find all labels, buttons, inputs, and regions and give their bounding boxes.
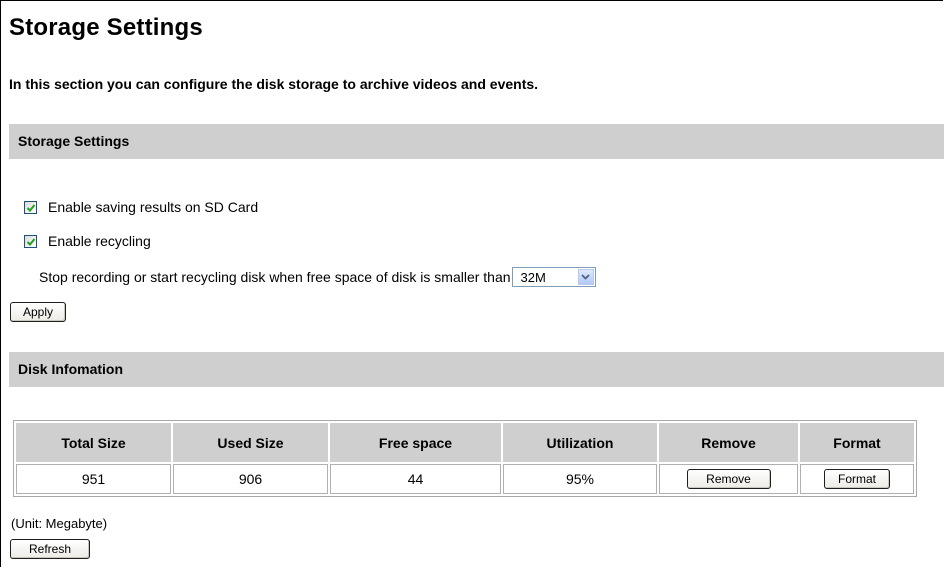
enable-sd-checkbox[interactable] bbox=[24, 200, 37, 214]
column-header-utilization: Utilization bbox=[503, 423, 657, 462]
utilization-cell: 95% bbox=[503, 464, 657, 494]
refresh-button[interactable]: Refresh bbox=[10, 539, 90, 559]
checkmark-icon bbox=[26, 237, 36, 246]
enable-sd-row: Enable saving results on SD Card bbox=[24, 199, 258, 215]
disk-table: Total Size Used Size Free space Utilizat… bbox=[13, 420, 917, 497]
free-space-select-value: 32M bbox=[520, 269, 546, 285]
enable-recycling-label: Enable recycling bbox=[48, 233, 151, 249]
column-header-total-size: Total Size bbox=[16, 423, 171, 462]
unit-note: (Unit: Megabyte) bbox=[11, 516, 108, 531]
page-intro: In this section you can configure the di… bbox=[9, 76, 539, 92]
remove-cell: Remove bbox=[659, 464, 798, 494]
used-size-cell: 906 bbox=[173, 464, 328, 494]
format-button[interactable]: Format bbox=[824, 469, 890, 489]
page-title: Storage Settings bbox=[9, 14, 203, 41]
enable-recycling-checkbox[interactable] bbox=[24, 234, 37, 248]
storage-settings-header: Storage Settings bbox=[9, 124, 944, 159]
column-header-used-size: Used Size bbox=[173, 423, 328, 462]
apply-button[interactable]: Apply bbox=[10, 302, 66, 322]
column-header-format: Format bbox=[800, 423, 914, 462]
table-header-row: Total Size Used Size Free space Utilizat… bbox=[16, 423, 914, 462]
enable-recycling-row: Enable recycling bbox=[24, 233, 151, 249]
checkmark-icon bbox=[26, 203, 36, 212]
stop-recording-label: Stop recording or start recycling disk w… bbox=[39, 269, 511, 285]
remove-button[interactable]: Remove bbox=[686, 469, 771, 489]
column-header-free-space: Free space bbox=[330, 423, 501, 462]
disk-information-header: Disk Infomation bbox=[9, 352, 944, 387]
free-space-cell: 44 bbox=[330, 464, 501, 494]
column-header-remove: Remove bbox=[659, 423, 798, 462]
total-size-cell: 951 bbox=[16, 464, 171, 494]
table-row: 951 906 44 95% Remove Format bbox=[16, 464, 914, 494]
chevron-down-icon[interactable] bbox=[577, 269, 594, 285]
format-cell: Format bbox=[800, 464, 914, 494]
enable-sd-label: Enable saving results on SD Card bbox=[48, 199, 259, 215]
free-space-select[interactable]: 32M bbox=[511, 267, 596, 287]
stop-recording-row: Stop recording or start recycling disk w… bbox=[39, 267, 596, 287]
